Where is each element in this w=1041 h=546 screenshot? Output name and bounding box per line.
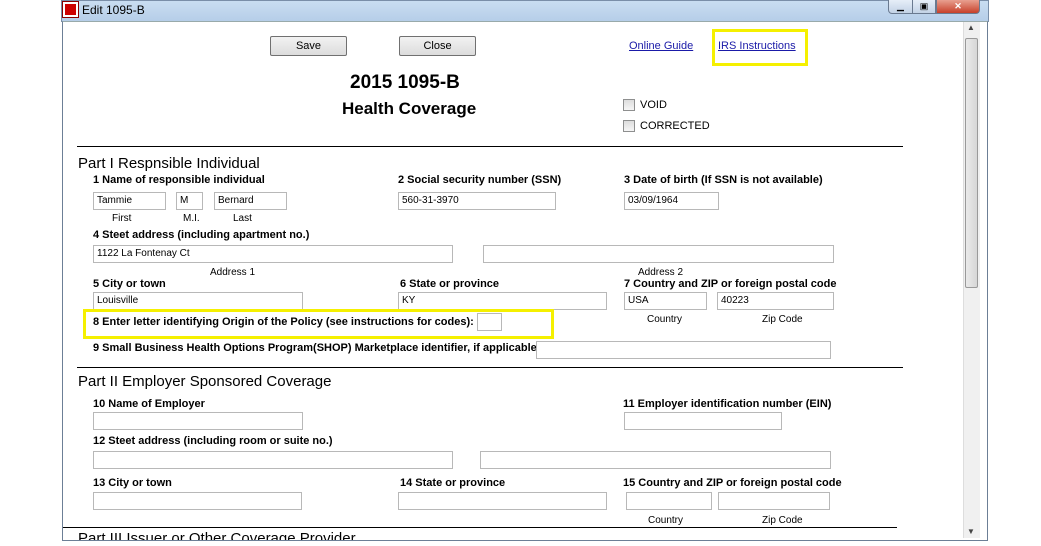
ssn-input[interactable]: 560-31-3970 xyxy=(398,192,556,210)
close-window-icon[interactable]: ✕ xyxy=(936,0,980,14)
minimize-button[interactable]: ▁ xyxy=(888,0,913,14)
employer-zip-input[interactable] xyxy=(718,492,830,510)
employer-name-label: 10 Name of Employer xyxy=(93,398,205,410)
ein-label: 11 Employer identification number (EIN) xyxy=(623,398,832,410)
state-label: 6 State or province xyxy=(400,278,500,290)
employer-address2-input[interactable] xyxy=(480,451,831,469)
employer-city-label: 13 City or town xyxy=(93,477,172,489)
corrected-label: CORRECTED xyxy=(640,120,710,132)
employer-state-input[interactable] xyxy=(398,492,607,510)
country-zip-label: 7 Country and ZIP or foreign postal code xyxy=(624,278,837,290)
zip-label: Zip Code xyxy=(762,314,803,325)
first-label: First xyxy=(112,213,132,224)
dob-input[interactable]: 03/09/1964 xyxy=(624,192,719,210)
part1-heading: Part I Respnsible Individual xyxy=(78,155,260,172)
employer-city-input[interactable] xyxy=(93,492,302,510)
last-label: Last xyxy=(233,213,252,224)
close-button[interactable]: Close xyxy=(399,36,476,56)
origin-input[interactable] xyxy=(477,313,502,331)
scroll-up-icon[interactable]: ▲ xyxy=(967,23,975,32)
employer-state-label: 14 State or province xyxy=(400,477,506,489)
employer-address1-input[interactable] xyxy=(93,451,453,469)
employer-street-label: 12 Steet address (including room or suit… xyxy=(93,435,333,447)
middle-initial-input[interactable]: M xyxy=(176,192,203,210)
maximize-button[interactable]: ▣ xyxy=(912,0,936,14)
window-title: Edit 1095-B xyxy=(82,3,145,17)
mi-label: M.I. xyxy=(183,213,200,224)
save-button[interactable]: Save xyxy=(270,36,347,56)
state-input[interactable]: KY xyxy=(398,292,607,310)
form-subtitle: Health Coverage xyxy=(342,99,477,118)
divider xyxy=(77,146,903,147)
city-label: 5 City or town xyxy=(93,278,166,290)
part3-heading: Part III Issuer or Other Coverage Provid… xyxy=(78,530,356,540)
address1-label: Address 1 xyxy=(210,267,256,278)
void-label: VOID xyxy=(640,99,667,111)
employer-zip-label: Zip Code xyxy=(762,515,803,526)
scrollbar-thumb[interactable] xyxy=(965,38,978,288)
country-label: Country xyxy=(647,314,683,325)
zip-input[interactable]: 40223 xyxy=(717,292,834,310)
address2-input[interactable] xyxy=(483,245,834,263)
shop-label: 9 Small Business Health Options Program(… xyxy=(93,342,540,354)
shop-input[interactable] xyxy=(536,341,831,359)
part2-heading: Part II Employer Sponsored Coverage xyxy=(78,373,332,390)
part3-clip: Part III Issuer or Other Coverage Provid… xyxy=(63,528,962,540)
last-name-input[interactable]: Bernard xyxy=(214,192,287,210)
first-name-input[interactable]: Tammie xyxy=(93,192,166,210)
origin-label: 8 Enter letter identifying Origin of the… xyxy=(93,316,474,328)
employer-country-zip-label: 15 Country and ZIP or foreign postal cod… xyxy=(623,477,842,489)
address1-input[interactable]: 1122 La Fontenay Ct xyxy=(93,245,453,263)
name-label: 1 Name of responsible individual xyxy=(93,174,265,186)
scroll-down-icon[interactable]: ▼ xyxy=(967,527,975,536)
form-title: 2015 1095-B xyxy=(350,72,460,93)
dob-label: 3 Date of birth (If SSN is not available… xyxy=(624,174,823,186)
city-input[interactable]: Louisville xyxy=(93,292,303,310)
ssn-label: 2 Social security number (SSN) xyxy=(398,174,562,186)
app-icon xyxy=(63,2,78,17)
corrected-checkbox[interactable] xyxy=(623,120,635,132)
void-checkbox[interactable] xyxy=(623,99,635,111)
employer-country-label: Country xyxy=(648,515,684,526)
employer-country-input[interactable] xyxy=(626,492,712,510)
address2-label: Address 2 xyxy=(638,267,684,278)
title-bar xyxy=(61,0,989,22)
online-guide-link[interactable]: Online Guide xyxy=(629,40,693,52)
ein-input[interactable] xyxy=(624,412,782,430)
employer-name-input[interactable] xyxy=(93,412,303,430)
country-input[interactable]: USA xyxy=(624,292,707,310)
divider xyxy=(77,367,903,368)
street-label: 4 Steet address (including apartment no.… xyxy=(93,229,310,241)
irs-instructions-link[interactable]: IRS Instructions xyxy=(718,40,796,52)
